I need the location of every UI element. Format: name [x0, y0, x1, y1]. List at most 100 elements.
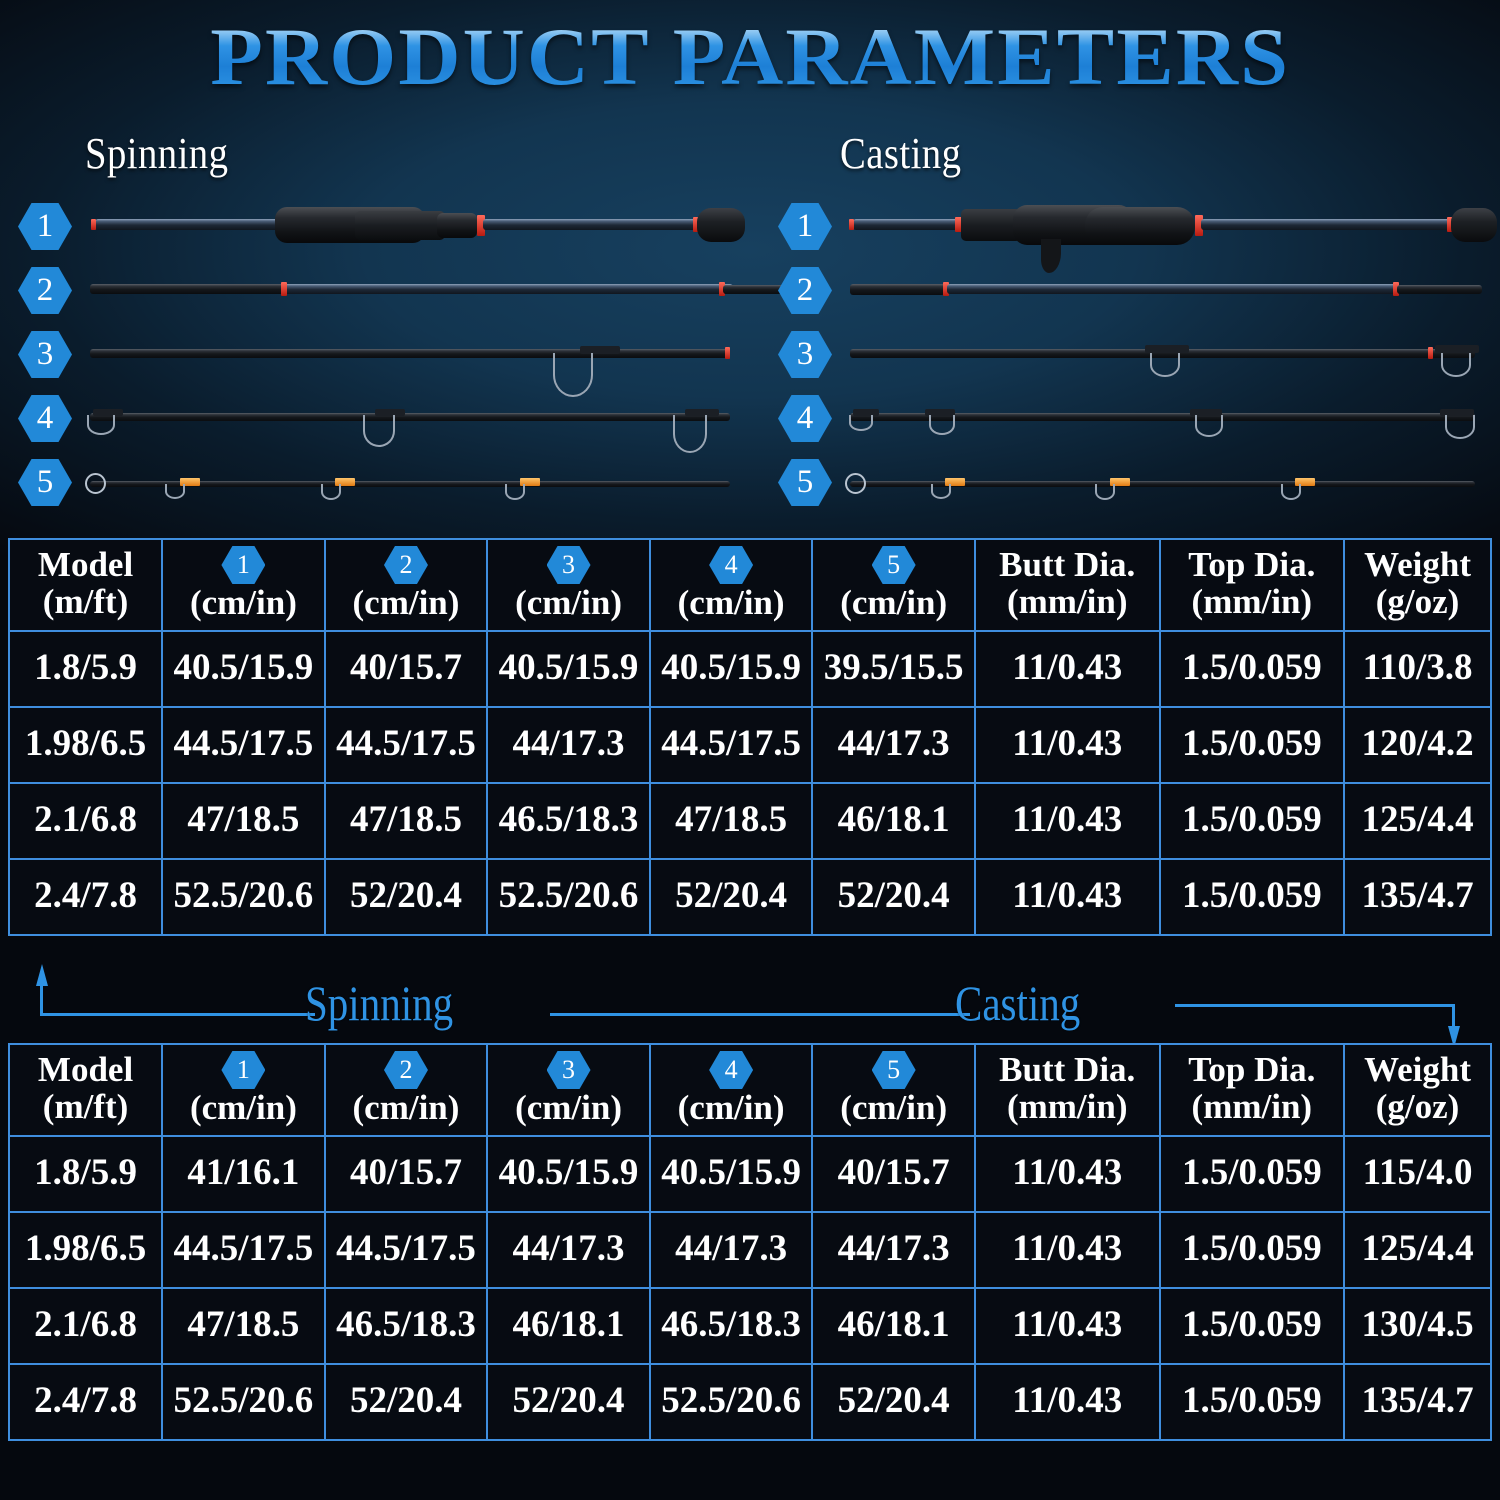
cell-section-3: 44/17.3	[486, 705, 651, 784]
cell-model: 1.8/5.9	[7, 629, 164, 708]
cell-section-2: 44.5/17.5	[323, 705, 489, 784]
cell-butt-dia: 11/0.43	[973, 781, 1161, 860]
cell-section-1: 47/18.5	[161, 781, 326, 860]
header-section-3: 3 (cm/in)	[486, 538, 651, 632]
product-parameters-page: PRODUCT PARAMETERS Spinning Casting 1 2 …	[0, 0, 1500, 1500]
divider-left-horizontal	[40, 1013, 315, 1016]
header-top-dia-line1: Top Dia.	[1188, 544, 1316, 584]
header-model-line1: Model	[37, 544, 134, 584]
cell-section-5: 46/18.1	[811, 1286, 976, 1365]
rod-section-row: 2	[0, 259, 803, 323]
header-model-line2: (m/ft)	[42, 582, 129, 622]
rod-art-spin-5	[85, 451, 750, 515]
hex-badge: 4	[709, 546, 754, 584]
cell-section-1: 47/18.5	[161, 1286, 326, 1365]
table-header-row: Model (m/ft) 1 (cm/in) 2 (cm/in) 3 (cm/i…	[7, 1043, 1492, 1137]
header-model-line2: (m/ft)	[42, 1087, 129, 1127]
hex-badge: 1	[18, 203, 72, 250]
cell-section-3: 40.5/15.9	[486, 1134, 651, 1213]
hex-badge: 5	[778, 459, 832, 506]
cell-butt-dia: 11/0.43	[973, 1134, 1161, 1213]
spinning-section-label: Spinning	[85, 129, 229, 178]
cell-weight: 125/4.4	[1343, 781, 1492, 860]
spinning-table-body: 1.8/5.9 40.5/15.9 40/15.7 40.5/15.9 40.5…	[7, 629, 1492, 936]
header-weight-line1: Weight	[1364, 544, 1472, 584]
header-section-4-unit: (cm/in)	[677, 583, 785, 622]
divider-spinning-label: Spinning	[305, 975, 454, 1031]
cell-butt-dia: 11/0.43	[973, 1362, 1161, 1441]
header-weight-line1: Weight	[1364, 1049, 1472, 1089]
cell-section-5: 44/17.3	[811, 1210, 976, 1289]
cell-model: 2.4/7.8	[7, 1362, 164, 1441]
cell-section-4: 44.5/17.5	[648, 705, 814, 784]
rod-badge-5: 5	[18, 459, 72, 506]
cell-weight: 135/4.7	[1343, 1362, 1492, 1441]
hex-badge: 1	[778, 203, 832, 250]
header-section-1: 1 (cm/in)	[161, 538, 326, 632]
cell-weight: 110/3.8	[1343, 629, 1492, 708]
divider-casting-label: Casting	[955, 975, 1081, 1031]
hex-badge: 1	[221, 1051, 266, 1089]
cell-butt-dia: 11/0.43	[973, 705, 1161, 784]
rod-art-spin-4	[85, 387, 750, 453]
rod-section-row: 1	[0, 195, 760, 259]
cell-section-5: 40/15.7	[811, 1134, 976, 1213]
cell-top-dia: 1.5/0.059	[1158, 629, 1346, 708]
cell-top-dia: 1.5/0.059	[1158, 705, 1346, 784]
cell-model: 2.4/7.8	[7, 857, 164, 936]
cell-top-dia: 1.5/0.059	[1158, 781, 1346, 860]
cell-section-5: 44/17.3	[811, 705, 976, 784]
header-section-4: 4 (cm/in)	[648, 1043, 814, 1137]
header-section-1-unit: (cm/in)	[189, 583, 297, 622]
cell-model: 1.98/6.5	[7, 1210, 164, 1289]
rod-art-cast-3	[845, 323, 1490, 387]
cell-section-4: 40.5/15.9	[648, 629, 814, 708]
header-weight-line2: (g/oz)	[1375, 582, 1460, 622]
header-section-5-unit: (cm/in)	[840, 1088, 948, 1127]
table-row: 1.98/6.5 44.5/17.5 44.5/17.5 44/17.3 44/…	[7, 1210, 1492, 1289]
cell-section-3: 44/17.3	[486, 1210, 651, 1289]
header-model: Model (m/ft)	[7, 1043, 164, 1137]
rod-badge-1: 1	[778, 203, 832, 250]
header-section-2-unit: (cm/in)	[352, 583, 460, 622]
cell-section-5: 52/20.4	[811, 857, 976, 936]
rod-art-spin-1	[85, 195, 750, 259]
cell-section-1: 52.5/20.6	[161, 1362, 326, 1441]
hex-badge: 5	[18, 459, 72, 506]
header-section-5: 5 (cm/in)	[811, 1043, 976, 1137]
rod-badge-3: 3	[18, 331, 72, 378]
cell-top-dia: 1.5/0.059	[1158, 857, 1346, 936]
page-title-container: PRODUCT PARAMETERS	[0, 10, 1500, 104]
hex-badge: 4	[778, 395, 832, 442]
rod-diagram-area: 1 2 3 4 5 1 2 3 4 5	[0, 195, 1500, 535]
cell-section-4: 52.5/20.6	[648, 1362, 814, 1441]
cell-section-3: 52.5/20.6	[486, 857, 651, 936]
header-section-2: 2 (cm/in)	[323, 538, 489, 632]
rod-badge-2: 2	[778, 267, 832, 314]
cell-section-1: 41/16.1	[161, 1134, 326, 1213]
header-top-dia-line2: (mm/in)	[1191, 1087, 1313, 1127]
rod-section-row: 2	[760, 259, 1500, 323]
hex-badge: 2	[778, 267, 832, 314]
header-section-1-unit: (cm/in)	[189, 1088, 297, 1127]
cell-section-3: 46/18.1	[486, 1286, 651, 1365]
arrow-up-icon	[36, 964, 48, 986]
rod-badge-4: 4	[18, 395, 72, 442]
cell-weight: 115/4.0	[1343, 1134, 1492, 1213]
hex-badge: 1	[221, 546, 266, 584]
rod-art-cast-2	[845, 259, 1490, 323]
cell-section-1: 44.5/17.5	[161, 705, 326, 784]
hex-badge: 3	[778, 331, 832, 378]
header-butt-dia-line1: Butt Dia.	[999, 1049, 1136, 1089]
cell-weight: 125/4.4	[1343, 1210, 1492, 1289]
header-weight-line2: (g/oz)	[1375, 1087, 1460, 1127]
cell-weight: 135/4.7	[1343, 857, 1492, 936]
hex-badge: 3	[546, 1051, 591, 1089]
hex-badge: 4	[709, 1051, 754, 1089]
cell-section-2: 44.5/17.5	[323, 1210, 489, 1289]
rod-badge-2: 2	[18, 267, 72, 314]
header-model-line1: Model	[37, 1049, 134, 1089]
rod-section-row: 3	[760, 323, 1500, 387]
page-title: PRODUCT PARAMETERS	[210, 11, 1290, 102]
cell-section-3: 46.5/18.3	[486, 781, 651, 860]
